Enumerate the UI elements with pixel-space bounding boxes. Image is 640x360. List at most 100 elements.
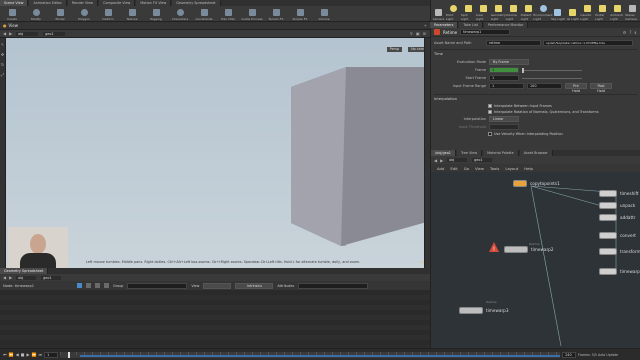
network-path-obj[interactable]: obj (446, 157, 469, 163)
shelf-tool[interactable]: Area Light (476, 1, 491, 21)
shelf-tool[interactable]: GI Light (565, 1, 580, 21)
chk-velocity[interactable] (488, 132, 492, 136)
add-tab-icon[interactable]: + (424, 23, 427, 28)
timeline-playhead[interactable] (68, 351, 71, 358)
shelf-tool[interactable]: Simple FX (288, 6, 312, 21)
node-timewarp[interactable]: timewarp (599, 268, 640, 275)
path-obj[interactable]: obj (15, 30, 40, 37)
shelf-tool[interactable]: Portal Light (595, 1, 610, 21)
node-copytopoints[interactable]: copytopoints1 (513, 180, 560, 187)
path-geo[interactable]: geo1 (42, 30, 67, 37)
node-name-field[interactable]: timewarp1 (460, 29, 511, 35)
shelf-tool[interactable]: Model (48, 6, 72, 21)
shelf-tool[interactable]: Guide Process (240, 6, 264, 21)
node-timeshift[interactable]: timeshift (599, 190, 639, 197)
info-icon[interactable]: ℹ (634, 30, 636, 35)
node-timewarp3[interactable]: timewarp3 (459, 307, 509, 314)
node-convert[interactable]: convert (599, 232, 636, 239)
detail-icon[interactable] (104, 283, 109, 288)
shelf-tool[interactable]: Camera (431, 1, 446, 21)
menu-go[interactable]: Go (464, 166, 469, 171)
intrinsics-menu[interactable]: Intrinsics (235, 282, 274, 289)
node-unpack[interactable]: unpack (599, 202, 635, 209)
back-arrow-icon[interactable]: ◀ (3, 31, 6, 36)
shelf-tool[interactable]: Create (0, 6, 24, 21)
frame-field[interactable]: 1 (489, 67, 519, 73)
post-hold-menu[interactable]: Post Hold (590, 83, 612, 93)
scale-tool-icon[interactable]: ⤢ (1, 72, 4, 77)
network-path-geo[interactable]: geo1 (471, 157, 494, 163)
current-frame-field[interactable]: 1 (44, 351, 59, 358)
primitives-icon[interactable] (95, 283, 100, 288)
shelf-tool[interactable]: Characters (168, 6, 192, 21)
viewport-tab-title[interactable]: View (9, 23, 19, 28)
jump-start-icon[interactable]: ⏮ (3, 352, 7, 357)
menu-edit[interactable]: Edit (450, 166, 457, 171)
interp-menu[interactable]: Linear (489, 116, 519, 122)
menu-add[interactable]: Add (437, 166, 444, 171)
network-forward-icon[interactable]: ▶ (440, 158, 443, 163)
node-timewarp2[interactable]: timewarp2 (504, 246, 554, 253)
move-tool-icon[interactable]: ✥ (1, 52, 4, 57)
play-icon[interactable]: ▶ (26, 352, 29, 357)
node-addattr[interactable]: addattr (599, 214, 635, 221)
chk-interp[interactable] (488, 104, 492, 108)
input-range-end[interactable]: 100 (527, 83, 562, 89)
shelf-tool[interactable]: Spot Light (461, 1, 476, 21)
pin-icon[interactable]: ⚲ (410, 31, 413, 36)
persp-menu[interactable]: Persp (386, 47, 402, 52)
step-forward-icon[interactable]: ⏩ (32, 352, 37, 357)
shelf-tool[interactable]: Sky Light (551, 1, 566, 21)
shelf-tool[interactable]: Volume Light (506, 1, 521, 21)
viewport-layout-icon[interactable]: ⊞ (423, 31, 426, 36)
start-frame-field[interactable]: 1 (489, 75, 519, 81)
asset-name-field[interactable]: retime (486, 40, 541, 46)
shelf-tool[interactable]: Terrain FX (264, 6, 288, 21)
spreadsheet-path-geo[interactable]: geo1 (40, 274, 63, 281)
start-frame-slider[interactable] (522, 77, 582, 79)
shelf-tool[interactable]: Rigging (144, 6, 168, 21)
network-editor[interactable]: copytopoints1 timeshift unpack addattr c… (430, 172, 640, 348)
eval-mode-menu[interactable]: By Frame (489, 59, 529, 65)
timeline-scrubber[interactable] (60, 351, 561, 358)
menu-layout[interactable]: Layout (505, 166, 518, 171)
forward-arrow-icon[interactable]: ▶ (9, 31, 12, 36)
menu-view[interactable]: View (475, 166, 484, 171)
shelf-tool[interactable]: Modify (24, 6, 48, 21)
rotate-tool-icon[interactable]: ↻ (1, 62, 4, 67)
end-frame-field[interactable]: 240 (562, 351, 577, 358)
shelf-tool[interactable]: Geometry Light (491, 1, 506, 21)
shelf-tool[interactable]: Ambient Light (610, 1, 625, 21)
warning-icon[interactable]: ! (489, 242, 499, 253)
frame-slider[interactable] (522, 67, 582, 73)
menu-tools[interactable]: Tools (490, 166, 499, 171)
points-icon[interactable] (77, 283, 82, 288)
input-range-start[interactable]: 1 (489, 83, 524, 89)
view-menu[interactable] (203, 282, 232, 289)
shelf-tool[interactable]: Deform (96, 6, 120, 21)
node-transform[interactable]: transform (599, 248, 640, 255)
shelf-tool[interactable]: Environment Light (533, 1, 553, 21)
spreadsheet-forward-icon[interactable]: ▶ (9, 275, 12, 280)
menu-help[interactable]: Help (524, 166, 533, 171)
shelf-tool[interactable]: Constraints (192, 6, 216, 21)
viewport-options-icon[interactable]: ▣ (416, 31, 420, 36)
jump-end-icon[interactable]: ⏭ (39, 352, 43, 357)
shelf-tool[interactable]: Caustic Light (580, 1, 595, 21)
attributes-field[interactable] (298, 282, 369, 289)
spreadsheet-back-icon[interactable]: ◀ (3, 275, 6, 280)
shelf-tool[interactable]: Volume (312, 6, 336, 21)
network-back-icon[interactable]: ◀ (434, 158, 437, 163)
stop-icon[interactable]: ■ (21, 352, 25, 357)
step-back-icon[interactable]: ⏪ (9, 352, 14, 357)
shelf-tool[interactable]: Polygon (72, 6, 96, 21)
input-threshold-field[interactable] (489, 124, 519, 130)
shelf-tool[interactable]: Stereo Camera (625, 1, 640, 21)
section-interpolation[interactable]: Interpolation (434, 94, 637, 101)
pre-hold-menu[interactable]: Pre Hold (565, 83, 587, 93)
spreadsheet-path-obj[interactable]: obj (15, 274, 38, 281)
vertices-icon[interactable] (86, 283, 91, 288)
viewport-3d[interactable]: Persp No cam Left mouse tumbles. Middle … (6, 38, 430, 268)
gear-icon[interactable]: ⚙ (623, 30, 627, 35)
asset-path-field[interactable]: opdef:/Sop/labs::retime::1.0?OPfile.hda (543, 40, 633, 46)
